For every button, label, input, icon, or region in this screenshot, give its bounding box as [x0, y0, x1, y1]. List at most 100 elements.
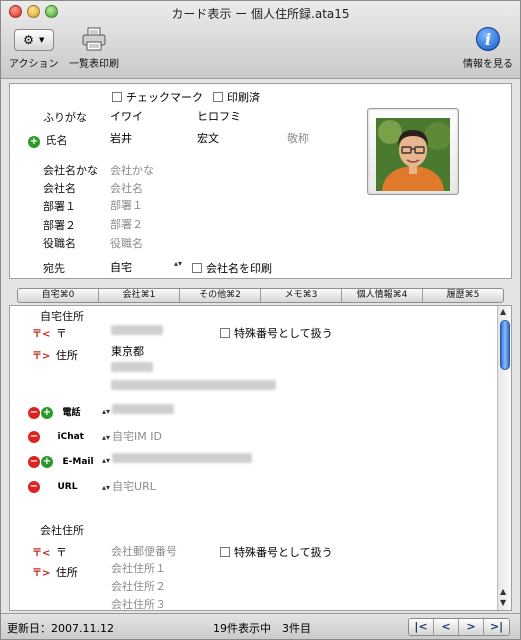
- add-icon[interactable]: +: [41, 407, 53, 419]
- first-name-field[interactable]: 宏文: [197, 130, 219, 146]
- updated-date: 更新日：2007.11.12: [7, 622, 114, 635]
- action-label: アクション: [9, 59, 59, 70]
- tab-memo[interactable]: メモ⌘3: [261, 289, 342, 302]
- remove-icon[interactable]: −: [28, 481, 40, 493]
- print-list-label: 一覧表印刷: [69, 59, 119, 70]
- printer-icon[interactable]: [80, 27, 108, 51]
- info-icon[interactable]: i: [476, 27, 500, 51]
- ichat-placeholder: 自宅IM ID: [112, 430, 162, 443]
- updown-arrows-icon[interactable]: ▴▾: [102, 433, 110, 442]
- office-address-label: 住所: [55, 566, 78, 579]
- tab-home[interactable]: 自宅⌘0: [18, 289, 99, 302]
- home-address-line2[interactable]: [111, 362, 153, 375]
- office-zip-field[interactable]: 会社郵便番号: [111, 543, 177, 559]
- next-record-button[interactable]: >: [459, 619, 484, 635]
- home-address-label: 住所: [55, 349, 78, 362]
- tab-history[interactable]: 履歴⌘5: [423, 289, 503, 302]
- updown-arrows-icon[interactable]: ▴▾: [174, 259, 182, 268]
- info-label: 情報を見る: [463, 59, 513, 70]
- office-address3-field[interactable]: 会社住所３: [111, 596, 166, 610]
- dept2-label: 部署２: [43, 219, 76, 232]
- ichat-label: iChat: [57, 432, 84, 442]
- office-zip-label: 〒: [55, 546, 67, 559]
- photo-well[interactable]: [367, 108, 459, 195]
- scroll-up-icon[interactable]: ▲: [500, 307, 506, 316]
- home-zip-row: 〒< 〒: [32, 325, 67, 341]
- url-label: URL: [57, 482, 78, 492]
- checkbox-box[interactable]: [112, 92, 122, 102]
- checkbox-box[interactable]: [213, 92, 223, 102]
- email-row: − + E-Mail: [28, 454, 94, 468]
- company-kana-field[interactable]: 会社かな: [110, 162, 154, 178]
- redacted-value: [112, 404, 175, 414]
- office-address2-field[interactable]: 会社住所２: [111, 578, 166, 594]
- location-pin-icon[interactable]: 〒<: [32, 548, 50, 559]
- home-section-label: 自宅住所: [40, 310, 84, 323]
- office-section-label: 会社住所: [40, 524, 84, 537]
- vertical-scrollbar[interactable]: ▲ ▲ ▼: [497, 306, 511, 610]
- tab-other[interactable]: その他⌘2: [180, 289, 261, 302]
- last-record-button[interactable]: >|: [484, 619, 509, 635]
- updown-arrows-icon[interactable]: ▴▾: [102, 456, 110, 465]
- location-pin-icon[interactable]: 〒<: [32, 329, 50, 340]
- address-to-value: 自宅: [110, 261, 132, 274]
- print-list-toolbar-item[interactable]: 一覧表印刷: [69, 27, 119, 70]
- scroll-thumb[interactable]: [500, 320, 510, 370]
- home-special-number-checkbox[interactable]: 特殊番号として扱う: [220, 325, 333, 341]
- checkbox-box[interactable]: [220, 547, 230, 557]
- printed-checkbox[interactable]: 印刷済: [213, 89, 260, 105]
- office-special-number-checkbox[interactable]: 特殊番号として扱う: [220, 544, 333, 560]
- honorific-field[interactable]: 敬称: [287, 130, 309, 146]
- updown-arrows-icon[interactable]: ▴▾: [102, 407, 110, 416]
- add-icon[interactable]: +: [28, 136, 40, 148]
- furigana-last-field[interactable]: イワイ: [110, 108, 143, 124]
- address-to-select[interactable]: 自宅 ▴▾: [110, 259, 182, 275]
- url-row: − URL: [28, 479, 77, 493]
- ichat-row: − iChat: [28, 429, 84, 443]
- dept2-field[interactable]: 部署２: [110, 216, 143, 232]
- info-toolbar-item[interactable]: i 情報を見る: [463, 27, 513, 70]
- office-address1-field[interactable]: 会社住所１: [111, 560, 166, 576]
- dept1-field[interactable]: 部署１: [110, 197, 143, 213]
- title-field[interactable]: 役職名: [110, 235, 143, 251]
- name-row: + 氏名: [28, 132, 68, 148]
- map-arrow-icon[interactable]: 〒>: [32, 351, 50, 362]
- remove-icon[interactable]: −: [28, 456, 40, 468]
- phone-row: − + 電話: [28, 405, 81, 419]
- previous-record-button[interactable]: <: [434, 619, 459, 635]
- tab-company[interactable]: 会社⌘1: [99, 289, 180, 302]
- scroll-up-icon[interactable]: ▲: [500, 587, 506, 596]
- updown-arrows-icon[interactable]: ▴▾: [102, 483, 110, 492]
- home-zip-field[interactable]: [111, 325, 163, 338]
- add-icon[interactable]: +: [41, 456, 53, 468]
- checkbox-box[interactable]: [220, 328, 230, 338]
- phone-field[interactable]: ▴▾: [102, 404, 175, 417]
- furigana-first-field[interactable]: ヒロフミ: [197, 108, 241, 124]
- home-address-line1[interactable]: 東京都: [111, 343, 144, 359]
- ichat-field[interactable]: ▴▾ 自宅IM ID: [102, 428, 162, 444]
- redacted-value: [111, 362, 153, 372]
- redacted-value: [111, 380, 276, 390]
- action-button[interactable]: ⚙ ▼: [13, 29, 54, 51]
- map-arrow-icon[interactable]: 〒>: [32, 568, 50, 579]
- url-field[interactable]: ▴▾ 自宅URL: [102, 478, 156, 494]
- first-record-button[interactable]: |<: [409, 619, 434, 635]
- remove-icon[interactable]: −: [28, 431, 40, 443]
- tab-personal-info[interactable]: 個人情報⌘4: [342, 289, 423, 302]
- redacted-value: [111, 325, 163, 335]
- scroll-down-icon[interactable]: ▼: [500, 598, 506, 607]
- dept1-label: 部署１: [43, 200, 76, 213]
- remove-icon[interactable]: −: [28, 407, 40, 419]
- checkmark-checkbox[interactable]: チェックマーク: [112, 89, 203, 105]
- record-count: 19件表示中 3件目: [213, 622, 311, 635]
- furigana-label: ふりがな: [43, 111, 87, 124]
- company-field[interactable]: 会社名: [110, 180, 143, 196]
- last-name-field[interactable]: 岩井: [110, 130, 132, 146]
- print-company-checkbox[interactable]: 会社名を印刷: [192, 260, 272, 276]
- contact-photo: [376, 118, 450, 191]
- home-address-line3[interactable]: [111, 380, 276, 393]
- email-field[interactable]: ▴▾: [102, 453, 253, 466]
- action-toolbar-item[interactable]: ⚙ ▼ アクション: [9, 29, 59, 70]
- checkbox-box[interactable]: [192, 263, 202, 273]
- company-kana-label: 会社名かな: [43, 164, 98, 177]
